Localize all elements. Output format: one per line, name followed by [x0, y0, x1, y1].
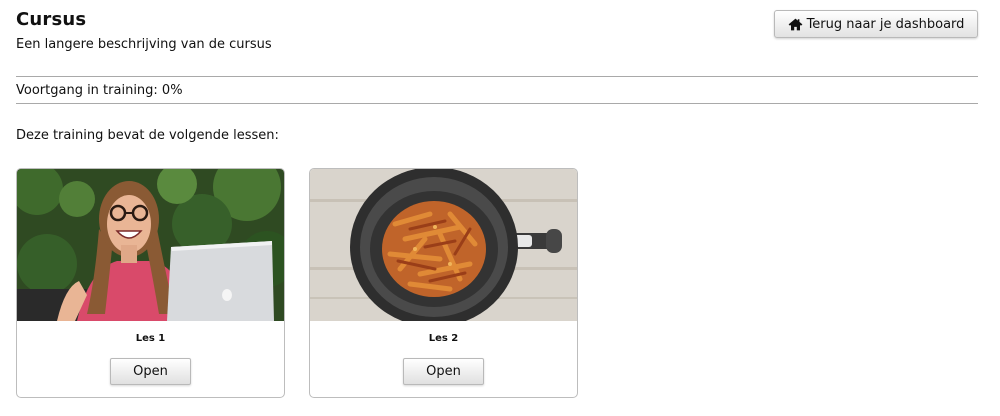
lesson-title: Les 1 — [135, 333, 166, 344]
page-title: Cursus — [16, 9, 87, 30]
progress-text: Voortgang in training: 0% — [16, 83, 183, 98]
page-description: Een langere beschrijving van de cursus — [16, 37, 272, 52]
lesson-card: Les 1 Open — [16, 168, 285, 398]
back-to-dashboard-button[interactable]: Terug naar je dashboard — [774, 10, 978, 38]
lesson-title: Les 2 — [428, 333, 459, 344]
progress-divider-bottom — [16, 103, 978, 104]
progress-divider-top — [16, 76, 978, 77]
lesson-open-button[interactable]: Open — [110, 358, 191, 385]
lessons-intro: Deze training bevat de volgende lessen: — [16, 128, 279, 143]
lesson-image-airfryer-fries — [310, 169, 577, 321]
home-icon — [788, 18, 803, 31]
back-to-dashboard-label: Terug naar je dashboard — [806, 16, 965, 32]
lesson-image-person-laptop — [17, 169, 284, 321]
lesson-card: Les 2 Open — [309, 168, 578, 398]
lesson-open-button[interactable]: Open — [403, 358, 484, 385]
